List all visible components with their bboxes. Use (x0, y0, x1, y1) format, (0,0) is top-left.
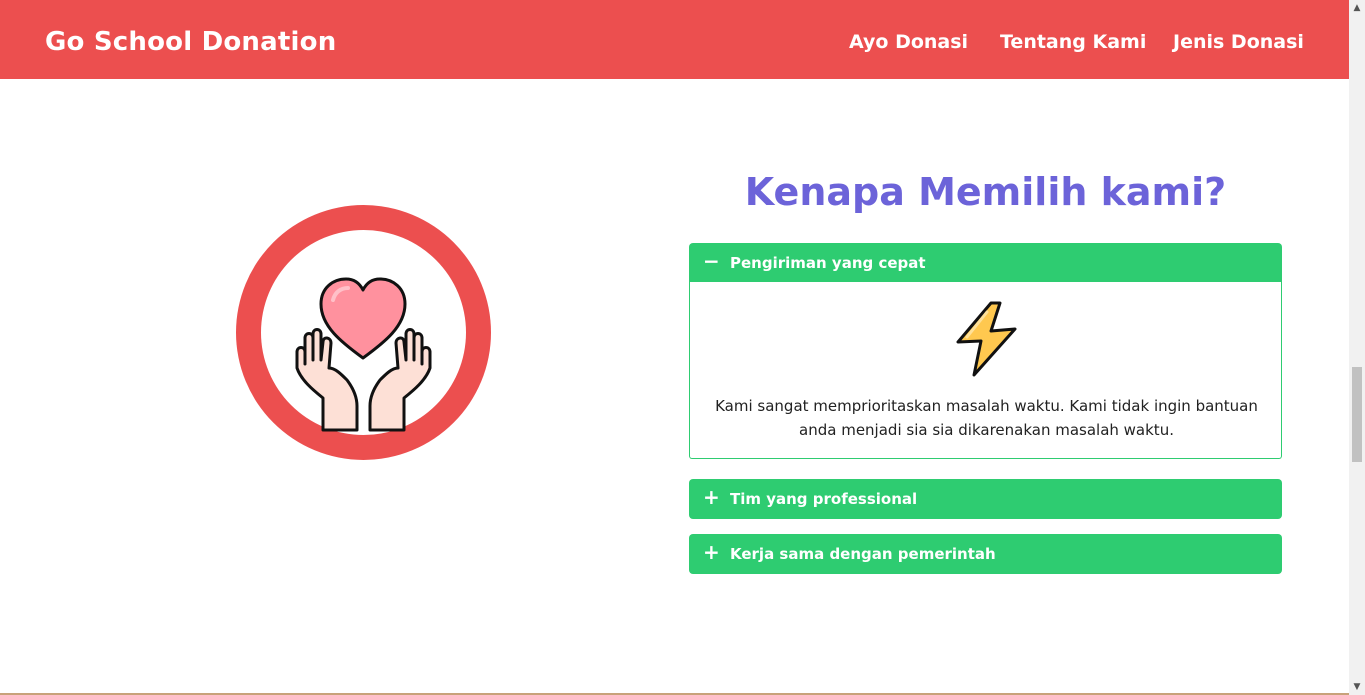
section-title: Kenapa Memilih kami? (744, 170, 1227, 214)
lightning-bolt-icon (956, 301, 1017, 377)
scroll-down-arrow-icon[interactable]: ▼ (1349, 679, 1365, 695)
accordion-panel-fast-delivery: Kami sangat memprioritaskan masalah wakt… (689, 282, 1282, 459)
logo-inner-circle (261, 230, 466, 435)
minus-icon: − (703, 249, 720, 273)
plus-icon: + (703, 540, 720, 564)
nav-link-tentang-kami[interactable]: Tentang Kami (1000, 31, 1146, 53)
why-choose-us-section: Kenapa Memilih kami? − Pengiriman yang c… (0, 79, 1349, 695)
hands-heart-icon (295, 277, 432, 432)
accordion-title: Tim yang professional (730, 490, 918, 508)
scrollbar-thumb[interactable] (1352, 367, 1362, 462)
accordion-title: Pengiriman yang cepat (730, 254, 926, 272)
brand-logo[interactable]: Go School Donation (45, 27, 336, 57)
nav-link-jenis-donasi[interactable]: Jenis Donasi (1173, 31, 1304, 53)
accordion-header-government-partnership[interactable]: + Kerja sama dengan pemerintah (689, 534, 1282, 574)
plus-icon: + (703, 485, 720, 509)
nav-link-ayo-donasi[interactable]: Ayo Donasi (849, 31, 968, 53)
accordion-text: Kami sangat memprioritaskan masalah wakt… (715, 397, 1258, 439)
logo-circle (236, 205, 491, 460)
accordion-header-fast-delivery[interactable]: − Pengiriman yang cepat (689, 243, 1282, 283)
accordion-title: Kerja sama dengan pemerintah (730, 545, 996, 563)
navbar: Go School Donation Ayo Donasi Tentang Ka… (0, 0, 1349, 79)
accordion-header-professional-team[interactable]: + Tim yang professional (689, 479, 1282, 519)
scroll-up-arrow-icon[interactable]: ▲ (1349, 0, 1365, 16)
vertical-scrollbar[interactable]: ▲ ▼ (1349, 0, 1365, 695)
